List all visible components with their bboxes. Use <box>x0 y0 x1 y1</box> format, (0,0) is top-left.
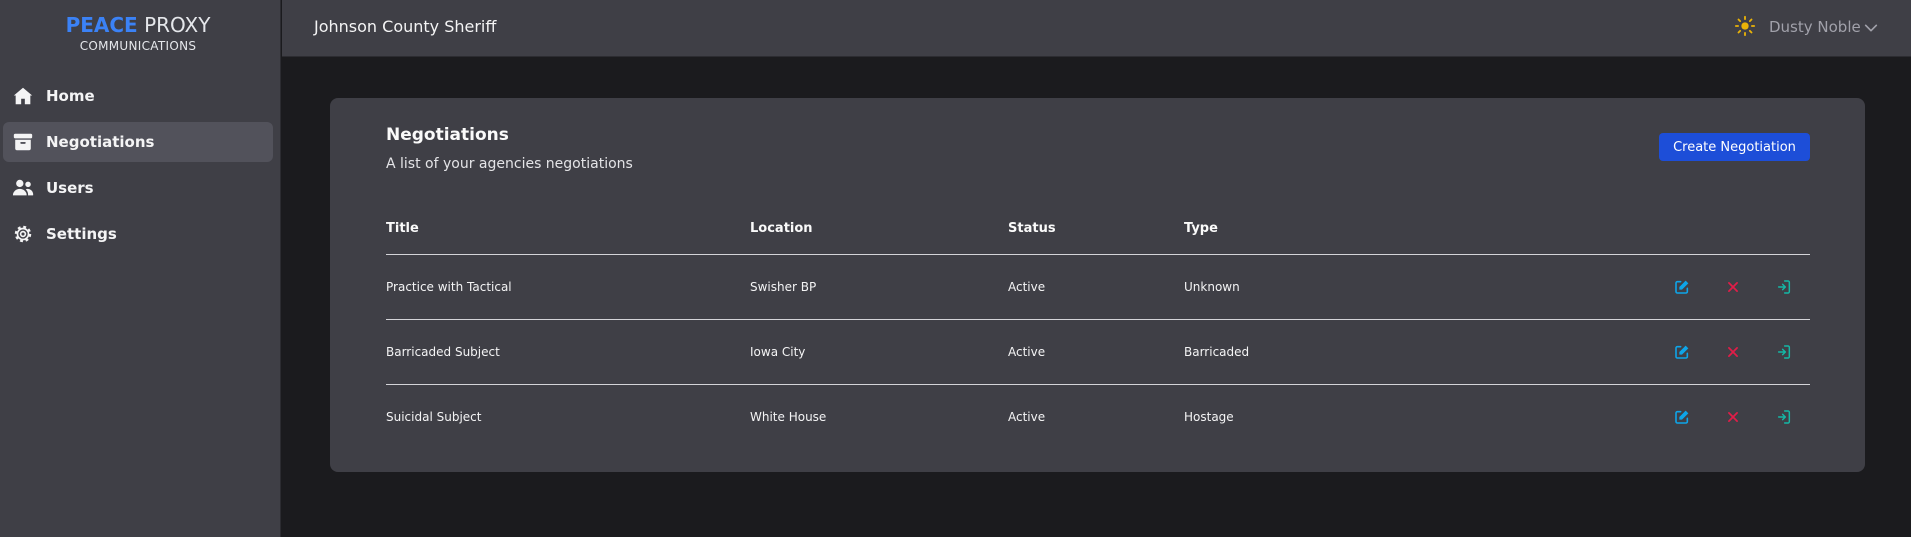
sidebar-item-label: Home <box>46 87 95 105</box>
column-header-type: Type <box>1184 221 1218 236</box>
cell-type: Hostage <box>1184 410 1234 424</box>
delete-icon[interactable] <box>1724 278 1742 296</box>
cell-type: Barricaded <box>1184 345 1250 359</box>
edit-icon[interactable] <box>1673 278 1691 296</box>
cell-location: White House <box>750 410 827 424</box>
cell-title: Practice with Tactical <box>386 280 512 294</box>
cell-status: Active <box>1008 410 1046 424</box>
sidebar-item-label: Users <box>46 179 94 197</box>
chevron-down-icon[interactable] <box>1863 20 1879 36</box>
table-divider <box>386 384 1810 385</box>
edit-icon[interactable] <box>1673 343 1691 361</box>
sun-icon[interactable] <box>1734 15 1756 37</box>
logo-peace: PEACE <box>65 13 138 37</box>
gear-icon <box>11 222 35 246</box>
user-menu-name[interactable]: Dusty Noble <box>1769 18 1861 36</box>
cell-status: Active <box>1008 345 1046 359</box>
sidebar-item-label: Settings <box>46 225 117 243</box>
column-header-status: Status <box>1008 221 1056 236</box>
enter-negotiation-icon[interactable] <box>1775 343 1793 361</box>
column-header-location: Location <box>750 221 813 236</box>
sidebar: PEACE PROXY COMMUNICATIONS Home Negotiat… <box>0 0 281 537</box>
page-subtitle: A list of your agencies negotiations <box>386 156 633 172</box>
users-icon <box>11 176 35 200</box>
column-header-title: Title <box>386 221 419 236</box>
enter-negotiation-icon[interactable] <box>1775 408 1793 426</box>
sidebar-item-users[interactable]: Users <box>3 168 273 208</box>
sidebar-item-settings[interactable]: Settings <box>3 214 273 254</box>
create-negotiation-button[interactable]: Create Negotiation <box>1659 133 1810 161</box>
table-divider <box>386 319 1810 320</box>
edit-icon[interactable] <box>1673 408 1691 426</box>
enter-negotiation-icon[interactable] <box>1775 278 1793 296</box>
app: PEACE PROXY COMMUNICATIONS Home Negotiat… <box>0 0 1911 537</box>
table-divider <box>386 254 1810 255</box>
home-icon <box>11 84 35 108</box>
cell-location: Iowa City <box>750 345 806 359</box>
logo[interactable]: PEACE PROXY COMMUNICATIONS <box>0 14 276 53</box>
cell-location: Swisher BP <box>750 280 817 294</box>
negotiations-card: Negotiations A list of your agencies neg… <box>330 98 1865 472</box>
cell-title: Suicidal Subject <box>386 410 482 424</box>
delete-icon[interactable] <box>1724 408 1742 426</box>
logo-proxy: PROXY <box>144 13 211 37</box>
cell-type: Unknown <box>1184 280 1240 294</box>
page-title: Negotiations <box>386 125 509 145</box>
logo-subtitle: COMMUNICATIONS <box>79 39 197 53</box>
cell-title: Barricaded Subject <box>386 345 500 359</box>
sidebar-item-negotiations[interactable]: Negotiations <box>3 122 273 162</box>
sidebar-item-label: Negotiations <box>46 133 155 151</box>
sidebar-item-home[interactable]: Home <box>3 76 273 116</box>
agency-name: Johnson County Sheriff <box>314 17 497 36</box>
delete-icon[interactable] <box>1724 343 1742 361</box>
archive-box-icon <box>11 130 35 154</box>
top-header: Johnson County Sheriff Dusty Noble <box>282 0 1911 57</box>
cell-status: Active <box>1008 280 1046 294</box>
